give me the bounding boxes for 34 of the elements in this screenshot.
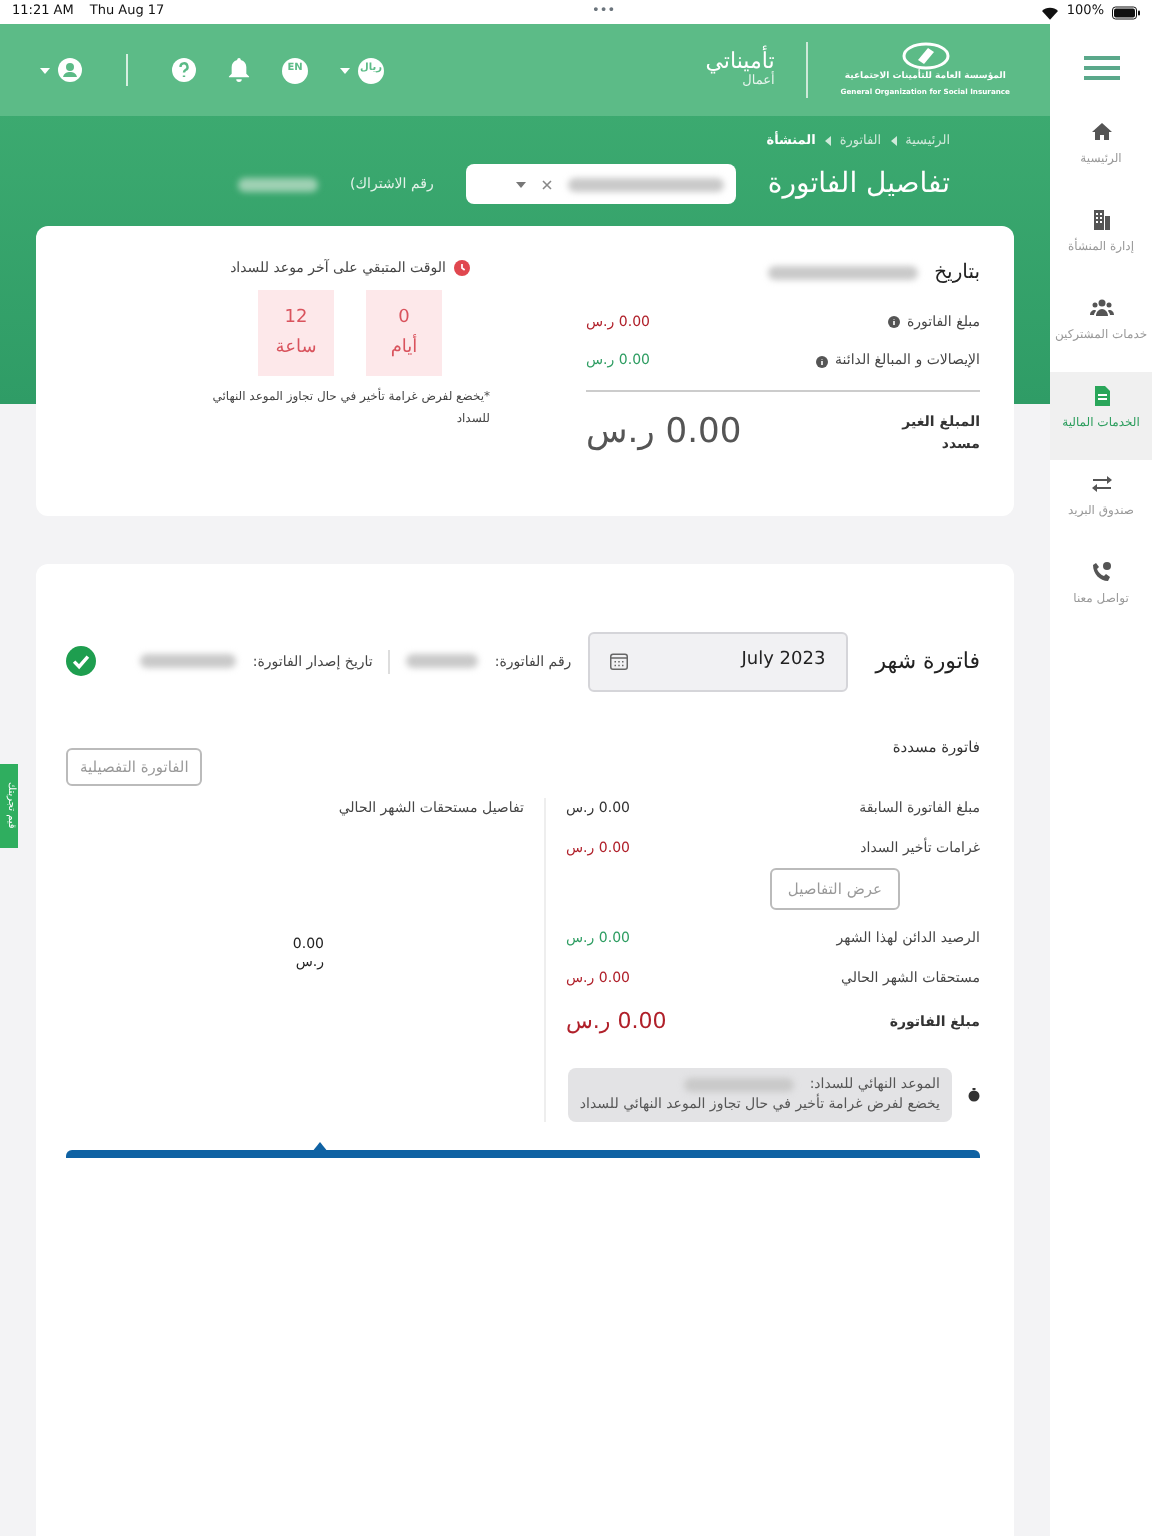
card-heading: بتاريخ — [934, 259, 980, 288]
alarm-icon — [968, 1087, 980, 1102]
caret-icon — [515, 181, 526, 188]
chevron-icon — [823, 136, 832, 147]
calendar-icon — [609, 652, 628, 671]
wifi-icon — [1042, 5, 1059, 19]
blurred-text — [140, 654, 237, 669]
total-amount: 0.00 ر.س — [566, 1006, 669, 1039]
subscription-select[interactable] — [465, 164, 736, 205]
battery-icon — [1112, 5, 1140, 19]
document-icon — [1089, 384, 1113, 408]
caret-icon — [340, 67, 350, 73]
invoice-title: فاتورة شهر — [875, 645, 980, 678]
caret-icon — [40, 67, 50, 73]
help-icon[interactable] — [172, 58, 196, 82]
unpaid-amount: 0.00 ر.س — [586, 409, 742, 456]
blurred-text — [238, 177, 319, 192]
users-icon — [1089, 296, 1113, 320]
brand-name: تأميناتي — [705, 49, 775, 72]
month-picker[interactable]: July 2023 — [587, 631, 848, 692]
logo-icon — [901, 41, 950, 70]
bell-icon[interactable] — [228, 58, 250, 82]
clock-icon — [453, 260, 470, 276]
blurred-text — [406, 654, 479, 669]
chevron-icon — [889, 136, 898, 147]
phone-icon — [1089, 560, 1113, 584]
building-icon — [1089, 208, 1113, 232]
blurred-text — [683, 1077, 794, 1091]
home-icon — [1089, 120, 1113, 144]
clear-icon — [541, 179, 552, 190]
arrows-icon — [1089, 472, 1113, 496]
page-title: تفاصيل الفاتورة — [767, 165, 950, 204]
menu-icon[interactable] — [1083, 56, 1119, 80]
user-icon[interactable] — [58, 58, 82, 82]
